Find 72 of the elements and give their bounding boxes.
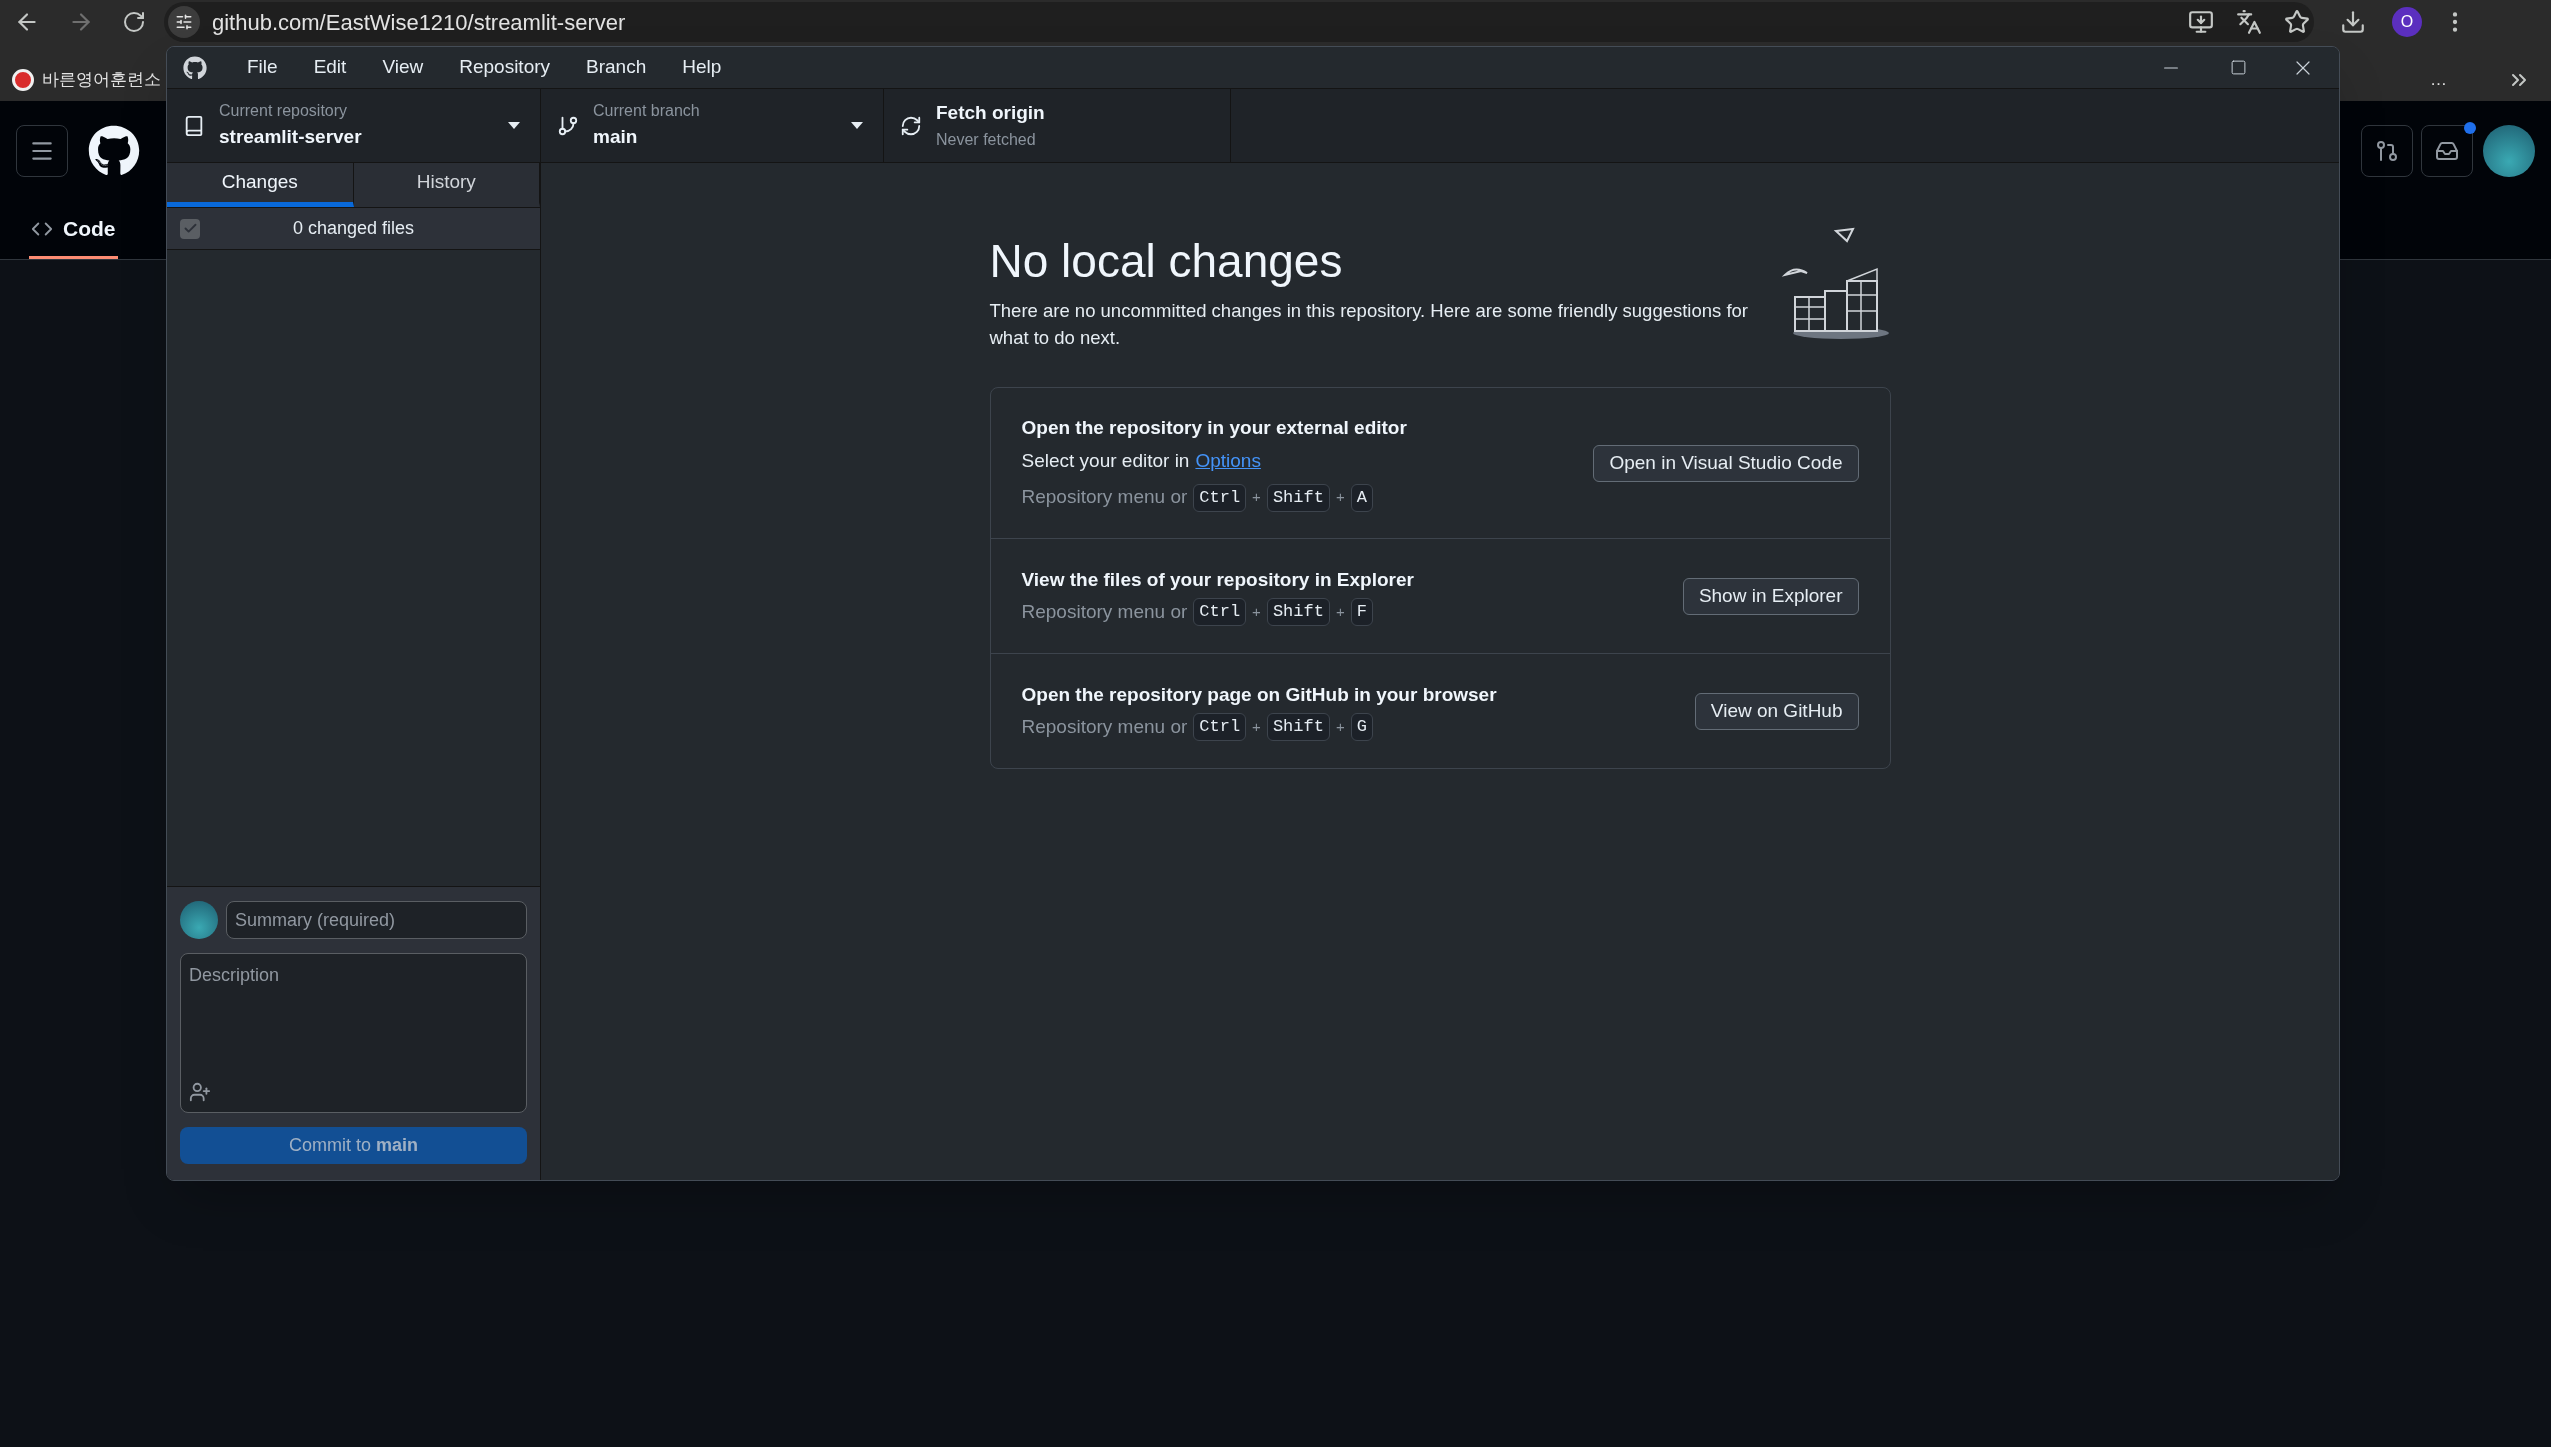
bookmark-link[interactable]: 바른영어훈련소 <box>42 66 161 93</box>
address-bar[interactable]: github.com/EastWise1210/streamlit-server <box>164 2 2314 42</box>
shortcut-hint: Repository menu or <box>1021 715 1188 739</box>
branch-selector[interactable]: Current branch main <box>541 89 884 162</box>
shortcut-hint: Repository menu or <box>1021 600 1188 624</box>
sync-icon <box>900 114 922 137</box>
keyboard-key: G <box>1350 713 1373 742</box>
caret-icon <box>508 122 520 129</box>
hamburger-menu-button[interactable] <box>16 125 68 177</box>
pull-requests-button[interactable] <box>2361 125 2413 177</box>
user-avatar[interactable] <box>2483 125 2535 177</box>
octocat-logo-icon[interactable] <box>88 125 140 177</box>
book-icon <box>183 114 205 137</box>
shortcut-hint: Repository menu or <box>1021 485 1188 510</box>
changed-files-count: 0 changed files <box>291 217 416 240</box>
menu-item[interactable]: Help <box>682 53 722 82</box>
keyboard-key: Shift <box>1266 598 1330 627</box>
bookmark-star-icon[interactable] <box>2284 9 2310 35</box>
keyboard-key: Shift <box>1266 713 1330 742</box>
plus-sign: + <box>1335 487 1345 508</box>
install-icon[interactable] <box>2188 9 2214 35</box>
keyboard-key: Shift <box>1266 483 1330 512</box>
menu-item[interactable]: Edit <box>313 53 347 82</box>
suggestion-action-button[interactable]: Open in Visual Studio Code <box>1593 444 1859 482</box>
maximize-icon[interactable] <box>2230 59 2247 76</box>
fetch-origin-button[interactable]: Fetch origin Never fetched <box>884 89 1231 162</box>
bookmark-favicon-icon <box>12 68 34 91</box>
suggestion-action-button[interactable]: Show in Explorer <box>1682 577 1859 615</box>
url-text: github.com/EastWise1210/streamlit-server <box>212 8 626 37</box>
caret-icon <box>851 122 863 129</box>
suggestion-detail: Select your editor in <box>1021 448 1190 473</box>
page-title: No local changes <box>989 234 1344 289</box>
add-coauthor-icon[interactable] <box>189 1081 211 1103</box>
profile-avatar[interactable]: O <box>2392 7 2422 37</box>
menu-item[interactable]: Repository <box>459 53 551 82</box>
keyboard-key: Ctrl <box>1193 598 1247 627</box>
site-info-button[interactable] <box>168 6 200 38</box>
repository-selector[interactable]: Current repository streamlit-server <box>167 89 541 162</box>
menu-item[interactable]: File <box>247 53 278 82</box>
suggestion-title: Open the repository in your external editor <box>1021 416 1407 441</box>
site-info-icon <box>175 13 193 31</box>
sidebar-tab[interactable]: Changes <box>167 163 354 207</box>
inbox-button[interactable] <box>2421 125 2473 177</box>
branch-icon <box>557 114 579 137</box>
pull-request-icon <box>2375 139 2399 163</box>
user-avatar <box>180 901 218 939</box>
octocat-logo-icon <box>183 55 207 80</box>
suggestion-title: Open the repository page on GitHub in your browser <box>1021 682 1497 707</box>
keyboard-key: F <box>1350 598 1373 627</box>
menu-item[interactable]: Branch <box>586 53 647 82</box>
keyboard-key: Ctrl <box>1193 713 1247 742</box>
checkmark-icon <box>182 221 198 236</box>
translate-icon[interactable] <box>2236 9 2262 35</box>
suggestion-action-button[interactable]: View on GitHub <box>1694 692 1859 730</box>
plus-sign: + <box>1335 602 1345 622</box>
plus-sign: + <box>1252 487 1261 508</box>
options-link[interactable]: Options <box>1195 446 1261 476</box>
menu-item[interactable]: View <box>382 53 424 82</box>
reload-icon[interactable] <box>122 10 146 34</box>
download-icon[interactable] <box>2340 9 2366 35</box>
repo-tab[interactable]: Code <box>29 201 118 259</box>
plus-sign: + <box>1252 602 1261 622</box>
keyboard-key: A <box>1350 483 1373 512</box>
plus-sign: + <box>1252 717 1261 737</box>
suggestion-title: View the files of your repository in Explorer <box>1021 567 1414 592</box>
keyboard-key: Ctrl <box>1193 483 1247 512</box>
select-all-checkbox[interactable] <box>180 218 200 239</box>
inbox-icon <box>2435 139 2459 163</box>
page-description: There are no uncommitted changes in this repository. Here are some friendly suggestions for what to do next. <box>989 299 1750 350</box>
plus-sign: + <box>1335 717 1345 737</box>
bookmark-link[interactable]: … <box>2430 66 2447 93</box>
sidebar-tab[interactable]: History <box>353 163 540 207</box>
